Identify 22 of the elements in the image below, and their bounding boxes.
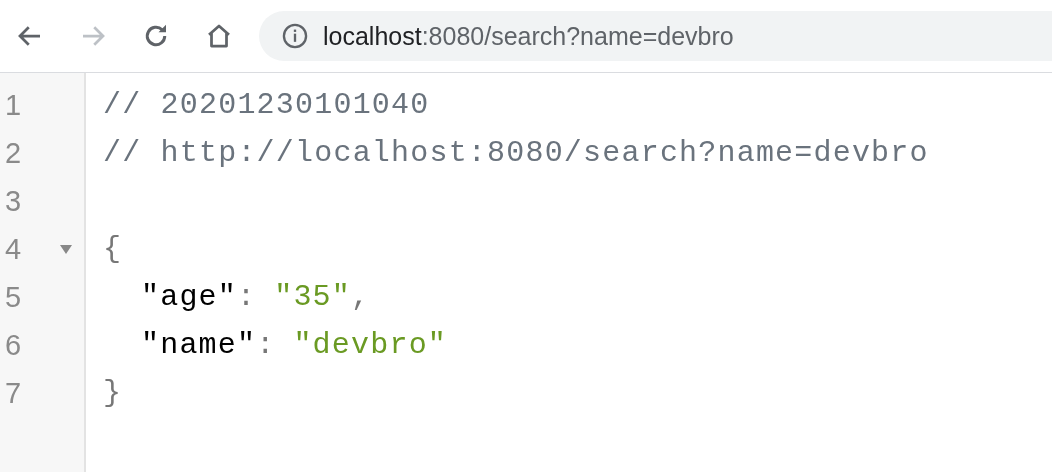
line-number: 5 — [4, 280, 23, 315]
code-punctuation: { — [103, 231, 123, 268]
json-value: "35" — [274, 279, 352, 316]
url-text: localhost:8080/search?name=devbro — [323, 21, 734, 51]
info-icon[interactable] — [281, 22, 309, 50]
line-number: 4 — [4, 232, 23, 267]
code-comment: // 20201230101040 — [103, 87, 430, 124]
code-punctuation: : — [237, 279, 257, 316]
json-key: "name" — [141, 321, 257, 369]
code-comment: // http://localhost:8080/search?name=devbro — [103, 135, 929, 172]
line-number: 7 — [4, 376, 23, 411]
json-key: "age" — [141, 273, 237, 321]
line-number: 6 — [4, 328, 23, 363]
code-punctuation: : — [256, 327, 276, 364]
address-bar[interactable]: localhost:8080/search?name=devbro — [259, 11, 1052, 61]
code-punctuation: , — [351, 279, 371, 316]
code-punctuation: } — [103, 375, 123, 412]
fold-toggle-icon[interactable] — [59, 243, 73, 255]
line-number: 1 — [4, 88, 23, 123]
json-value: "devbro" — [293, 327, 448, 364]
line-number: 2 — [4, 136, 23, 171]
line-number: 3 — [4, 184, 23, 219]
